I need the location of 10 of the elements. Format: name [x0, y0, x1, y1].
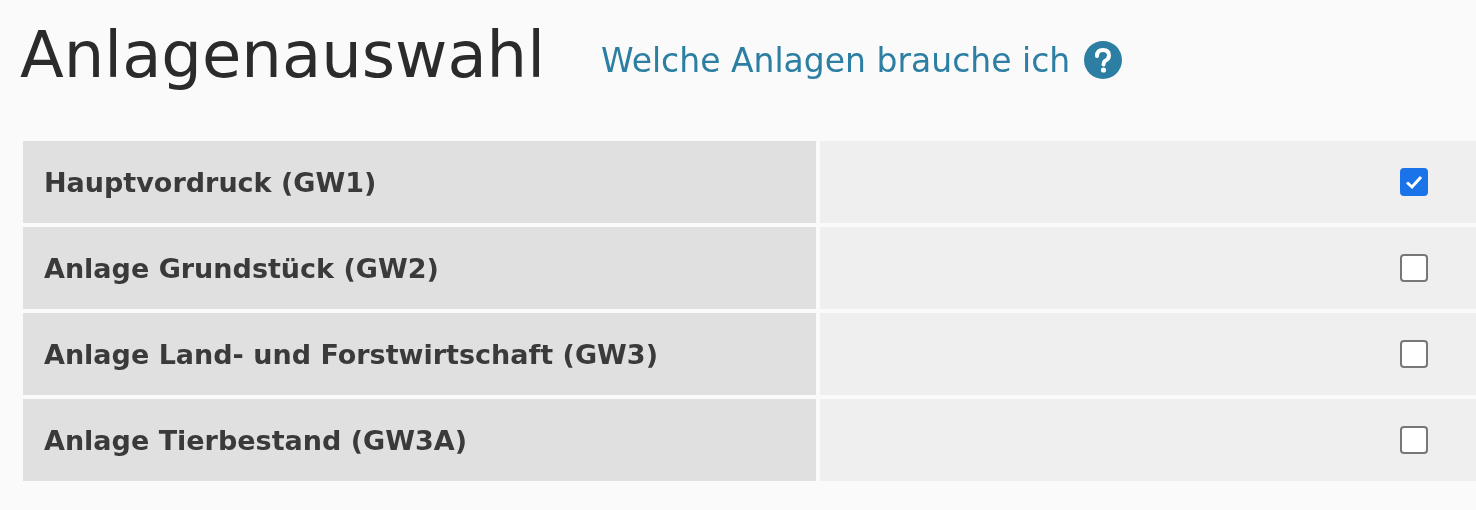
- row-label: Anlage Land- und Forstwirtschaft (GW3): [23, 313, 816, 395]
- help-icon: [1084, 41, 1123, 79]
- checkbox[interactable]: [1400, 340, 1428, 368]
- row-label: Hauptvordruck (GW1): [23, 141, 816, 223]
- checkbox[interactable]: [1400, 168, 1428, 196]
- row-label: Anlage Grundstück (GW2): [23, 227, 816, 309]
- help-link[interactable]: Welche Anlagen brauche ich: [600, 40, 1123, 80]
- checkbox[interactable]: [1400, 426, 1428, 454]
- row-label: Anlage Tierbestand (GW3A): [23, 399, 816, 481]
- checkbox[interactable]: [1400, 254, 1428, 282]
